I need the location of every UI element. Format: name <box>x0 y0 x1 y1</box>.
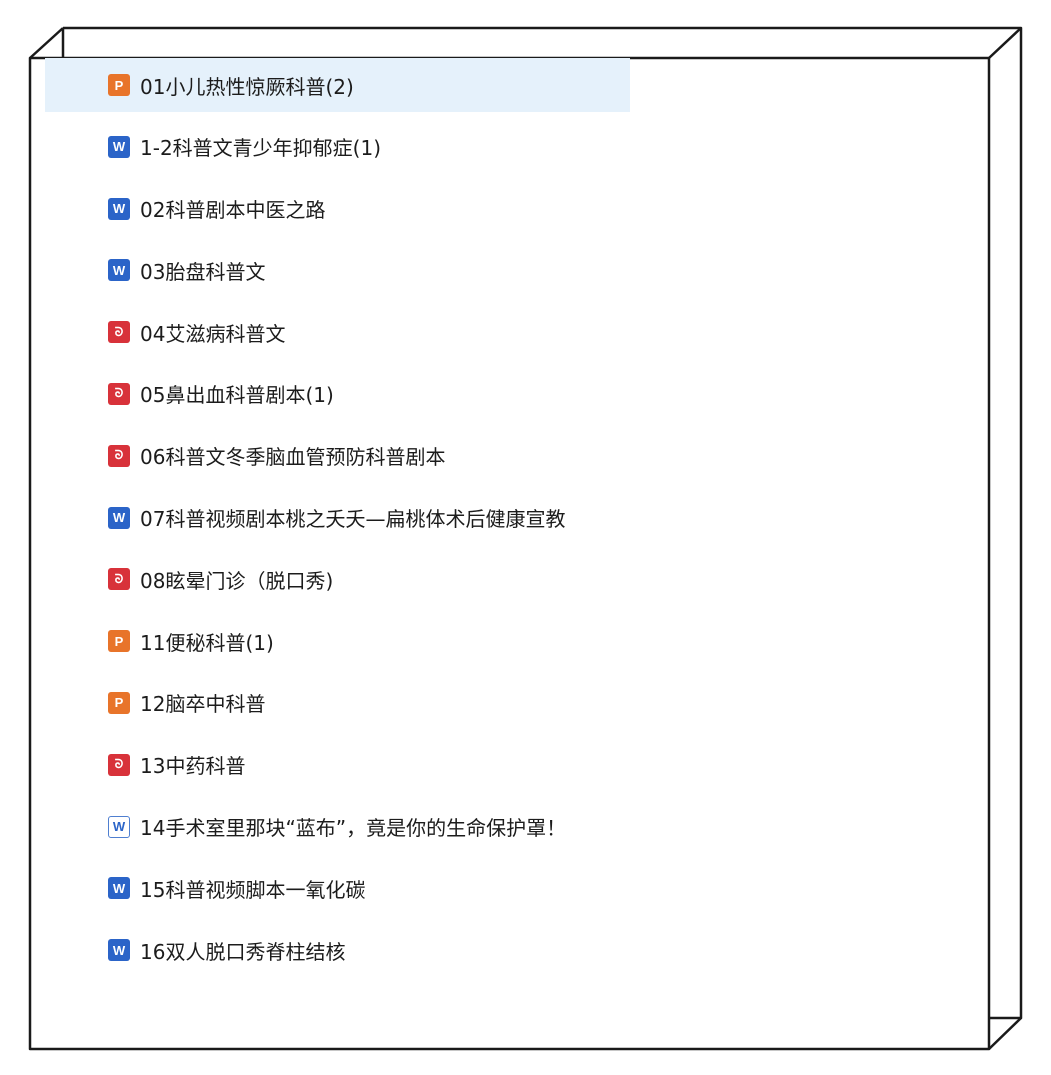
file-name: 06科普文冬季脑血管预防科普剧本 <box>140 445 446 470</box>
file-name: 16双人脱口秀脊柱结核 <box>140 939 346 964</box>
file-name: 05鼻出血科普剧本(1) <box>140 383 334 408</box>
file-name: 11便秘科普(1) <box>140 630 274 655</box>
word-file-icon: W <box>108 939 130 962</box>
file-list-item[interactable]: ᘐ 08眩晕门诊（脱口秀) <box>45 552 985 606</box>
file-name: 1-2科普文青少年抑郁症(1) <box>140 136 381 161</box>
powerpoint-file-icon: P <box>108 691 130 714</box>
file-name: 03胎盘科普文 <box>140 259 266 284</box>
file-list-item[interactable]: W 03胎盘科普文 <box>45 243 985 297</box>
file-list-item[interactable]: ᘐ 05鼻出血科普剧本(1) <box>45 367 985 421</box>
file-list: P 01小儿热性惊厥科普(2) W 1-2科普文青少年抑郁症(1) W 02科普剧本中医之… <box>45 58 985 985</box>
powerpoint-file-icon: P <box>108 74 130 96</box>
file-name: 13中药科普 <box>140 754 246 779</box>
file-list-item[interactable]: P 12脑卒中科普 <box>45 676 985 730</box>
file-list-item[interactable]: W 02科普剧本中医之路 <box>45 182 985 236</box>
file-list-item[interactable]: W 14手术室里那块“蓝布”，竟是你的生命保护罩！ <box>45 800 985 854</box>
file-name: 02科普剧本中医之路 <box>140 198 326 223</box>
word-document-outline-icon: W <box>108 815 130 838</box>
file-name: 07科普视频剧本桃之夭夭—扁桃体术后健康宣教 <box>140 507 566 532</box>
pdf-file-icon: ᘐ <box>108 753 130 776</box>
pdf-file-icon: ᘐ <box>108 321 130 344</box>
file-name: 12脑卒中科普 <box>140 692 266 717</box>
word-file-icon: W <box>108 877 130 900</box>
file-name: 14手术室里那块“蓝布”，竟是你的生命保护罩！ <box>140 816 567 841</box>
file-list-item[interactable]: P 01小儿热性惊厥科普(2) <box>45 58 630 112</box>
word-file-icon: W <box>108 259 130 282</box>
powerpoint-file-icon: P <box>108 630 130 653</box>
file-list-item[interactable]: W 15科普视频脚本一氧化碳 <box>45 861 985 915</box>
file-name: 08眩晕门诊（脱口秀) <box>140 568 334 593</box>
word-file-icon: W <box>108 506 130 529</box>
file-name: 15科普视频脚本一氧化碳 <box>140 877 366 902</box>
file-name: 01小儿热性惊厥科普(2) <box>140 74 354 99</box>
pdf-file-icon: ᘐ <box>108 382 130 405</box>
file-list-item[interactable]: W 16双人脱口秀脊柱结核 <box>45 923 985 977</box>
word-file-icon: W <box>108 197 130 220</box>
file-list-item[interactable]: ᘐ 13中药科普 <box>45 738 985 792</box>
pdf-file-icon: ᘐ <box>108 444 130 467</box>
file-list-item[interactable]: ᘐ 04艾滋病科普文 <box>45 305 985 359</box>
file-list-item[interactable]: P 11便秘科普(1) <box>45 614 985 668</box>
file-list-item[interactable]: W 07科普视频剧本桃之夭夭—扁桃体术后健康宣教 <box>45 491 985 545</box>
file-list-item[interactable]: ᘐ 06科普文冬季脑血管预防科普剧本 <box>45 429 985 483</box>
file-list-item[interactable]: W 1-2科普文青少年抑郁症(1) <box>45 120 985 174</box>
word-file-icon: W <box>108 135 130 158</box>
file-name: 04艾滋病科普文 <box>140 321 286 346</box>
pdf-file-icon: ᘐ <box>108 568 130 591</box>
